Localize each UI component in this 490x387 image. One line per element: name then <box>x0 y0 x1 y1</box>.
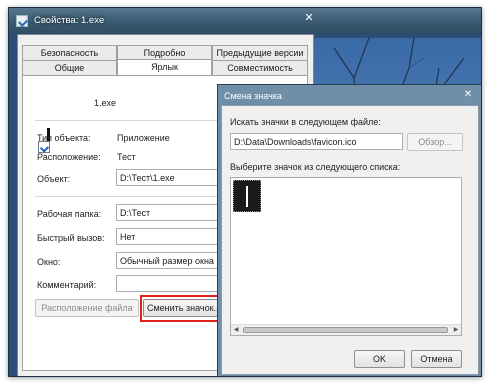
search-file-label: Искать значки в следующем файле: <box>230 117 381 127</box>
browse-button[interactable]: Обзор... <box>407 133 463 151</box>
title-bar: Свойства: 1.exe ✕ <box>9 8 481 34</box>
object-type-value: Приложение <box>117 133 170 143</box>
shortcut-app-icon <box>16 15 28 27</box>
window-close-button[interactable]: ✕ <box>301 10 317 26</box>
target-label: Объект: <box>37 174 71 184</box>
shortcut-file-name: 1.exe <box>94 98 117 108</box>
icon-option[interactable] <box>233 180 261 212</box>
ok-button[interactable]: OK <box>354 350 405 368</box>
properties-window: Свойства: 1.exe ✕ Безопасность Подробно … <box>8 7 482 377</box>
dialog-title: Смена значка <box>224 91 282 101</box>
change-icon-dialog: Смена значка ✕ Искать значки в следующем… <box>217 84 481 376</box>
comment-label: Комментарий: <box>37 280 97 290</box>
window-title: Свойства: 1.exe <box>34 15 105 26</box>
location-value: Тест <box>117 152 136 162</box>
location-label: Расположение: <box>37 152 101 162</box>
icon-file-path-field[interactable]: D:\Data\Downloads\favicon.ico <box>230 133 403 150</box>
icon-list-scrollbar[interactable]: ◀ ▶ <box>231 324 461 335</box>
tab-previous-versions[interactable]: Предыдущие версии <box>212 45 308 60</box>
dialog-close-button[interactable]: ✕ <box>461 88 475 102</box>
tab-security[interactable]: Безопасность <box>22 45 117 60</box>
tab-shortcut[interactable]: Ярлык <box>117 59 212 75</box>
scrollbar-thumb[interactable] <box>243 327 448 333</box>
scroll-right-arrow-icon[interactable]: ▶ <box>451 325 461 335</box>
run-label: Окно: <box>37 257 61 267</box>
icon-list[interactable]: ◀ ▶ <box>230 177 462 336</box>
hotkey-label: Быстрый вызов: <box>37 233 105 243</box>
object-type-label: Тип объекта: <box>37 133 91 143</box>
tab-compatibility[interactable]: Совместимость <box>212 60 308 75</box>
tab-details[interactable]: Подробно <box>117 45 212 60</box>
dialog-body: Искать значки в следующем файле: D:\Data… <box>221 105 479 375</box>
change-icon-highlight <box>140 295 229 322</box>
tab-general[interactable]: Общие <box>22 60 117 75</box>
icon-list-label: Выберите значок из следующего списка: <box>230 162 401 172</box>
cancel-button[interactable]: Отмена <box>411 350 462 368</box>
open-file-location-button[interactable]: Расположение файла <box>35 299 139 317</box>
scroll-left-arrow-icon[interactable]: ◀ <box>231 325 241 335</box>
start-in-label: Рабочая папка: <box>37 209 102 219</box>
